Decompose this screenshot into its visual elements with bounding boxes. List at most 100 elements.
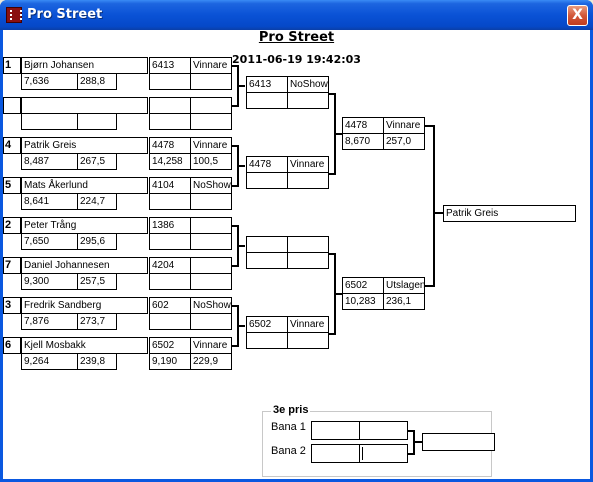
car-id[interactable]: 6502 — [342, 277, 384, 294]
elapsed-time: 9,190 — [149, 353, 191, 370]
lane1-label: Bana 1 — [271, 421, 306, 433]
car-id[interactable]: 6413 — [246, 76, 288, 93]
speed-value: 267,5 — [77, 153, 117, 170]
car-id[interactable] — [149, 97, 191, 114]
driver-name[interactable]: Kjell Mosbakk — [21, 337, 148, 354]
elapsed-time — [149, 273, 191, 290]
elapsed-time — [149, 113, 191, 130]
speed-result — [287, 92, 329, 109]
reaction-time: 7,876 — [21, 313, 78, 330]
bracket-connector — [237, 85, 245, 87]
driver-name[interactable]: Fredrik Sandberg — [21, 297, 148, 314]
result-status: Vinnare — [190, 57, 232, 74]
seed-number: 5 — [3, 177, 21, 194]
car-id[interactable]: 4204 — [149, 257, 191, 274]
result-status: Vinnare — [190, 337, 232, 354]
speed-result: 257,0 — [383, 133, 425, 150]
speed-value: 257,5 — [77, 273, 117, 290]
reaction-time: 7,650 — [21, 233, 78, 250]
third-prize-title: 3e pris — [271, 404, 311, 416]
car-id[interactable]: 6413 — [149, 57, 191, 74]
driver-name[interactable]: Mats Åkerlund — [21, 177, 148, 194]
driver-name[interactable] — [21, 97, 148, 114]
speed-result — [287, 172, 329, 189]
window-title: Pro Street — [27, 7, 103, 22]
bracket-connector — [433, 125, 435, 287]
bracket-connector — [425, 125, 433, 127]
third-prize-winner[interactable] — [422, 433, 495, 451]
seed-number: 3 — [3, 297, 21, 314]
app-window: Pro Street X Pro Street 2011-06-19 19:42… — [0, 0, 593, 482]
car-id[interactable]: 4104 — [149, 177, 191, 194]
result-status: Vinnare — [287, 316, 329, 333]
speed-result — [190, 193, 232, 210]
car-id[interactable]: 4478 — [246, 156, 288, 173]
seed-number: 1 — [3, 57, 21, 74]
driver-name[interactable]: Peter Trång — [21, 217, 148, 234]
speed-result — [190, 273, 232, 290]
seed-number — [3, 97, 21, 114]
seed-number: 6 — [3, 337, 21, 354]
elapsed-time: 10,283 — [342, 293, 384, 310]
driver-name[interactable]: Patrik Greis — [21, 137, 148, 154]
speed-result — [287, 252, 329, 269]
close-button[interactable]: X — [567, 5, 588, 26]
reaction-time — [21, 113, 78, 130]
result-status: NoShow — [190, 177, 232, 194]
result-status — [190, 217, 232, 234]
bracket-area: Pro Street 2011-06-19 19:42:03 3e pris B… — [3, 30, 590, 479]
car-id[interactable]: 4478 — [149, 137, 191, 154]
car-id[interactable]: 6502 — [149, 337, 191, 354]
reaction-time: 9,300 — [21, 273, 78, 290]
bracket-connector — [237, 325, 245, 327]
elapsed-time — [149, 73, 191, 90]
title-bar[interactable]: Pro Street X — [0, 0, 593, 30]
speed-result — [190, 73, 232, 90]
speed-result: 236,1 — [383, 293, 425, 310]
page-title: Pro Street — [258, 30, 335, 45]
elapsed-time: 8,670 — [342, 133, 384, 150]
car-id[interactable]: 1386 — [149, 217, 191, 234]
speed-value: 224,7 — [77, 193, 117, 210]
result-status: Utslagen — [383, 277, 425, 294]
result-status — [287, 236, 329, 253]
third-prize-lane2-result[interactable] — [359, 444, 408, 463]
text-cursor — [362, 447, 363, 460]
car-id[interactable]: 4478 — [342, 117, 384, 134]
winner-name[interactable]: Patrik Greis — [443, 205, 576, 222]
seed-number: 7 — [3, 257, 21, 274]
driver-name[interactable]: Bjørn Johansen — [21, 57, 148, 74]
third-prize-lane1-id[interactable] — [311, 421, 360, 440]
reaction-time: 8,641 — [21, 193, 78, 210]
speed-result: 229,9 — [190, 353, 232, 370]
film-icon — [6, 7, 22, 23]
bracket-connector — [425, 285, 433, 287]
elapsed-time — [149, 193, 191, 210]
result-status: Vinnare — [383, 117, 425, 134]
car-id[interactable]: 6502 — [246, 316, 288, 333]
car-id[interactable] — [246, 236, 288, 253]
elapsed-time — [149, 313, 191, 330]
seed-number: 4 — [3, 137, 21, 154]
result-status: Vinnare — [190, 137, 232, 154]
speed-value: 288,8 — [77, 73, 117, 90]
result-status: NoShow — [287, 76, 329, 93]
bracket-connector — [433, 212, 443, 214]
third-prize-lane1-result — [359, 421, 408, 440]
elapsed-time — [246, 92, 288, 109]
reaction-time: 7,636 — [21, 73, 78, 90]
speed-result — [190, 313, 232, 330]
lane2-label: Bana 2 — [271, 445, 306, 457]
result-status — [190, 257, 232, 274]
bracket-connector — [334, 293, 342, 295]
speed-result: 100,5 — [190, 153, 232, 170]
third-prize-lane2-id[interactable] — [311, 444, 360, 463]
car-id[interactable]: 602 — [149, 297, 191, 314]
reaction-time: 9,264 — [21, 353, 78, 370]
speed-result — [287, 332, 329, 349]
driver-name[interactable]: Daniel Johannesen — [21, 257, 148, 274]
elapsed-time — [246, 332, 288, 349]
seed-number: 2 — [3, 217, 21, 234]
elapsed-time — [149, 233, 191, 250]
result-status: NoShow — [190, 297, 232, 314]
